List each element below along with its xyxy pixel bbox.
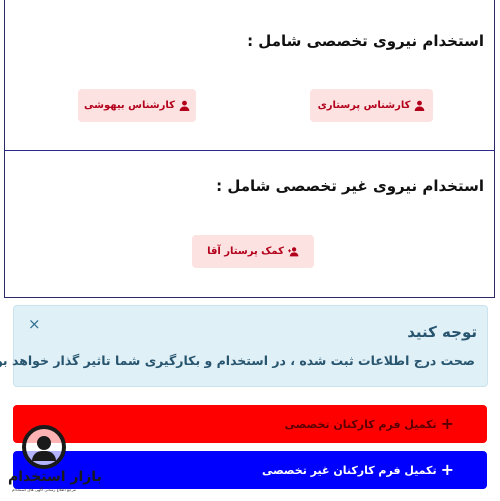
anesthesia-expert-button[interactable]: کارشناس بیهوشی	[78, 89, 196, 122]
user-icon	[415, 100, 425, 111]
alert-message: صحت درج اطلاعات ثبت شده ، در استخدام و ب…	[0, 353, 475, 368]
nonspecialist-section: استخدام نیروی غیر تخصصی شامل : کمک پرستا…	[4, 151, 495, 298]
specialist-section: استخدام نیروی تخصصی شامل : کارشناس پرستا…	[4, 0, 495, 152]
close-icon[interactable]: ×	[28, 317, 41, 332]
nursing-expert-label: کارشناس پرستاری	[317, 100, 411, 111]
male-nurse-aide-label: کمک پرستار آقا	[207, 246, 284, 257]
user-plus-icon	[287, 247, 299, 257]
search-person-icon	[22, 425, 66, 469]
nonspecialist-form-label: تکمیل فرم کارکنان غیر تخصصی	[261, 463, 437, 477]
plus-icon: +	[440, 414, 454, 433]
watermark-brand: بازار استخدام	[8, 469, 102, 485]
anesthesia-expert-label: کارشناس بیهوشی	[84, 100, 175, 111]
specialist-heading: استخدام نیروی تخصصی شامل :	[247, 32, 484, 50]
male-nurse-aide-button[interactable]: کمک پرستار آقا	[192, 235, 314, 268]
notice-alert: × توجه کنید صحت درج اطلاعات ثبت شده ، در…	[0, 305, 488, 387]
watermark-tagline: مرجع اطلاع رسانی آگهی های استخدام	[12, 487, 76, 492]
alert-title: توجه کنید	[407, 323, 477, 341]
nursing-expert-button[interactable]: کارشناس پرستاری	[310, 89, 433, 122]
plus-icon: +	[440, 460, 454, 479]
site-watermark-logo: بازار استخدام مرجع اطلاع رسانی آگهی های …	[2, 425, 102, 495]
specialist-form-label: تکمیل فرم کارکنان تخصصی	[284, 417, 437, 431]
user-icon	[179, 100, 190, 111]
nonspecialist-heading: استخدام نیروی غیر تخصصی شامل :	[216, 177, 484, 195]
